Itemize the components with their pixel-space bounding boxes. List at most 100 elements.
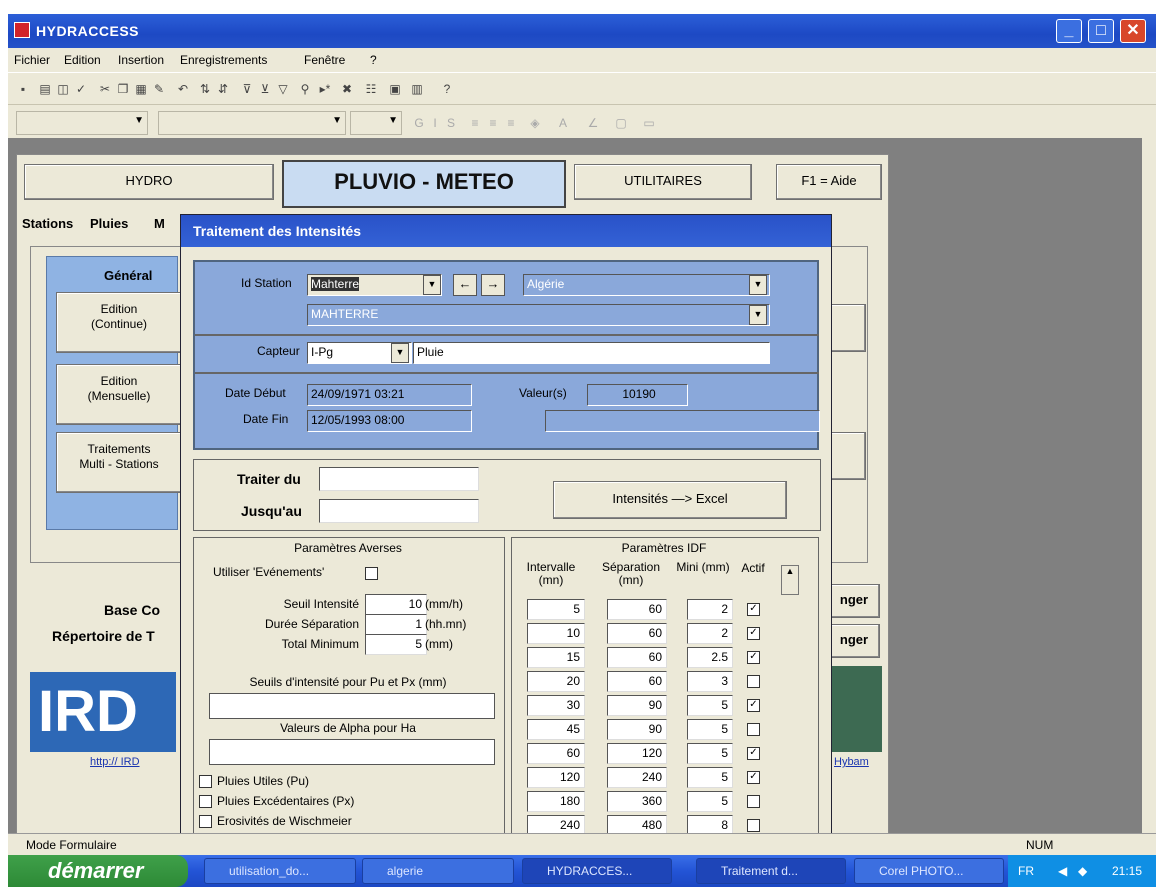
idf-mini-input[interactable]: 3	[687, 671, 733, 692]
idf-separation-input[interactable]: 60	[607, 623, 667, 644]
idf-intervalle-input[interactable]: 120	[527, 767, 585, 788]
sort-desc-icon[interactable]: ⇵	[216, 82, 230, 96]
pluvio-meteo-button[interactable]: PLUVIO - METEO	[282, 160, 566, 208]
edition-mensuelle-button[interactable]: Edition (Mensuelle)	[56, 364, 182, 425]
erosivites-checkbox[interactable]	[199, 815, 212, 828]
tab-pluies[interactable]: Pluies	[90, 216, 128, 231]
filter-icon[interactable]: ⊽	[240, 82, 254, 96]
idf-actif-checkbox[interactable]: ✓	[747, 603, 760, 616]
undo-icon[interactable]: ↶	[176, 82, 190, 96]
preview-icon[interactable]: ◫	[56, 82, 70, 96]
print-icon[interactable]: ▤	[38, 82, 52, 96]
idf-scroll-up-icon[interactable]: ▲	[781, 565, 799, 595]
idf-actif-checkbox[interactable]	[747, 723, 760, 736]
format-painter-icon[interactable]: ✎	[152, 82, 166, 96]
tab-stations[interactable]: Stations	[22, 216, 73, 231]
bold-icon[interactable]: G	[412, 116, 426, 130]
chevron-down-icon[interactable]: ▼	[749, 275, 767, 295]
station-name-combo[interactable]: MAHTERRE	[307, 304, 770, 326]
chevron-down-icon[interactable]: ▼	[391, 343, 409, 363]
new-record-icon[interactable]: ▸*	[318, 82, 332, 96]
delete-record-icon[interactable]: ✖	[340, 82, 354, 96]
idf-actif-checkbox[interactable]: ✓	[747, 699, 760, 712]
idf-separation-input[interactable]: 90	[607, 695, 667, 716]
object-combo[interactable]: ▼	[16, 111, 148, 135]
idf-intervalle-input[interactable]: 180	[527, 791, 585, 812]
country-combo[interactable]: Algérie	[523, 274, 770, 296]
font-color-icon[interactable]: A	[556, 116, 570, 130]
seuils-pu-px-input[interactable]	[209, 693, 495, 719]
idf-mini-input[interactable]: 5	[687, 719, 733, 740]
paste-icon[interactable]: ▦	[134, 82, 148, 96]
traitements-button[interactable]: Traitements Multi - Stations	[56, 432, 182, 493]
maximize-icon[interactable]: □	[1088, 19, 1114, 43]
idf-intervalle-input[interactable]: 20	[527, 671, 585, 692]
menu-edition[interactable]: Edition	[64, 53, 101, 67]
vertical-scrollbar[interactable]	[1142, 138, 1156, 833]
idf-intervalle-input[interactable]: 60	[527, 743, 585, 764]
hybam-link[interactable]: Hybam	[834, 756, 869, 768]
idf-separation-input[interactable]: 60	[607, 671, 667, 692]
align-right-icon[interactable]: ≡	[504, 116, 518, 130]
jusqu-au-input[interactable]	[319, 499, 479, 523]
idf-actif-checkbox[interactable]	[747, 675, 760, 688]
utilitaires-button[interactable]: UTILITAIRES	[574, 164, 752, 200]
idf-separation-input[interactable]: 360	[607, 791, 667, 812]
menu-help[interactable]: ?	[370, 53, 377, 67]
idf-intervalle-input[interactable]: 15	[527, 647, 585, 668]
language-indicator[interactable]: FR	[1018, 855, 1034, 887]
total-input[interactable]: 5	[365, 634, 427, 655]
menu-enregistrements[interactable]: Enregistrements	[180, 53, 267, 67]
filter-form-icon[interactable]: ⊻	[258, 82, 272, 96]
idf-actif-checkbox[interactable]: ✓	[747, 651, 760, 664]
idf-actif-checkbox[interactable]	[747, 795, 760, 808]
cut-icon[interactable]: ✂	[98, 82, 112, 96]
idf-mini-input[interactable]: 2	[687, 623, 733, 644]
idf-intervalle-input[interactable]: 5	[527, 599, 585, 620]
idf-mini-input[interactable]: 2.5	[687, 647, 733, 668]
chevron-down-icon[interactable]: ▼	[749, 305, 767, 325]
network-icon[interactable]: ◆	[1078, 855, 1087, 887]
chevron-down-icon[interactable]: ▼	[423, 275, 441, 295]
taskbar-item-word[interactable]: utilisation_do...	[204, 858, 356, 884]
tab-m[interactable]: M	[154, 216, 165, 231]
underline-icon[interactable]: S	[444, 116, 458, 130]
volume-icon[interactable]: ◀	[1058, 855, 1067, 887]
id-station-combo[interactable]: Mahterre	[307, 274, 442, 296]
close-icon[interactable]: ✕	[1120, 19, 1146, 43]
start-button[interactable]: démarrer	[8, 855, 188, 887]
idf-intervalle-input[interactable]: 30	[527, 695, 585, 716]
traiter-du-input[interactable]	[319, 467, 479, 491]
idf-intervalle-input[interactable]: 10	[527, 623, 585, 644]
fill-color-icon[interactable]: ◈	[528, 116, 542, 130]
idf-actif-checkbox[interactable]: ✓	[747, 771, 760, 784]
taskbar-item-hydraccess[interactable]: HYDRACCES...	[522, 858, 672, 884]
idf-separation-input[interactable]: 240	[607, 767, 667, 788]
idf-actif-checkbox[interactable]	[747, 819, 760, 832]
minimize-icon[interactable]: _	[1056, 19, 1082, 43]
alpha-input[interactable]	[209, 739, 495, 765]
utiliser-evenements-checkbox[interactable]	[365, 567, 378, 580]
menu-insertion[interactable]: Insertion	[118, 53, 164, 67]
properties-icon[interactable]: ☷	[364, 82, 378, 96]
idf-actif-checkbox[interactable]: ✓	[747, 747, 760, 760]
copy-icon[interactable]: ❐	[116, 82, 130, 96]
idf-mini-input[interactable]: 5	[687, 743, 733, 764]
line-color-icon[interactable]: ∠	[586, 116, 600, 130]
idf-actif-checkbox[interactable]: ✓	[747, 627, 760, 640]
idf-separation-input[interactable]: 90	[607, 719, 667, 740]
duree-input[interactable]: 1	[365, 614, 427, 635]
idf-separation-input[interactable]: 60	[607, 647, 667, 668]
window-titlebar[interactable]: HYDRACCESS _ □ ✕	[8, 14, 1156, 48]
effect-icon[interactable]: ▭	[642, 116, 656, 130]
aide-button[interactable]: F1 = Aide	[776, 164, 882, 200]
help-icon[interactable]: ?	[440, 82, 454, 96]
ird-link[interactable]: http:// IRD	[90, 756, 140, 768]
pluies-excedentaires-checkbox[interactable]	[199, 795, 212, 808]
changer-base-button[interactable]: nger	[828, 584, 880, 618]
taskbar-item-traitement[interactable]: Traitement d...	[696, 858, 846, 884]
new-object-icon[interactable]: ▥	[410, 82, 424, 96]
apply-filter-icon[interactable]: ▽	[276, 82, 290, 96]
find-icon[interactable]: ⚲	[298, 82, 312, 96]
border-icon[interactable]: ▢	[614, 116, 628, 130]
